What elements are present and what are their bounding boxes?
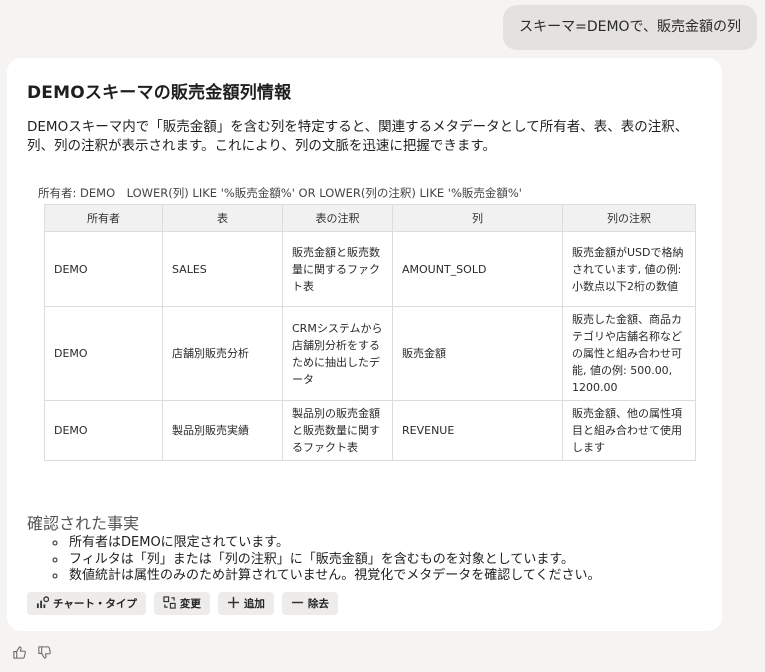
chart-type-label: チャート・タイプ [53,598,137,610]
change-label: 変更 [179,598,201,610]
facts-heading: 確認された事実 [27,514,140,533]
cell-column-comment: 販売した金額、商品カテゴリや店舗名称などの属性と組み合わせ可能, 値の例: 50… [562,306,696,401]
cell-table: 製品別販売実績 [162,400,283,461]
cell-owner: DEMO [44,306,163,401]
table-row: DEMO 店舗別販売分析 CRMシステムから店舗別分析をするために抽出したデータ… [44,306,696,401]
remove-label: 除去 [307,598,329,610]
cell-table: 店舗別販売分析 [162,306,283,401]
chart-type-icon [36,595,50,612]
response-description: DEMOスキーマ内で「販売金額」を含む列を特定すると、関連するメタデータとして所… [27,119,689,154]
add-button[interactable]: 追加 [217,592,274,615]
list-item: 数値統計は属性のみのため計算されていません。視覚化でメタデータを確認してください… [67,568,600,585]
remove-button[interactable]: 除去 [281,592,338,615]
cell-table-comment: CRMシステムから店舗別分析をするために抽出したデータ [282,306,393,401]
chart-type-button[interactable]: チャート・タイプ [27,592,146,615]
cell-column-comment: 販売金額、他の属性項目と組み合わせて使用します [562,400,696,461]
list-item: フィルタは「列」または「列の注釈」に「販売金額」を含むものを対象としています。 [67,552,600,569]
table-row: DEMO SALES 販売金額と販売数量に関するファクト表 AMOUNT_SOL… [44,231,696,307]
add-label: 追加 [243,598,265,610]
header-owner: 所有者 [44,204,163,232]
thumbs-up-icon[interactable] [12,645,27,664]
cell-table-comment: 製品別の販売金額と販売数量に関するファクト表 [282,400,393,461]
header-table: 表 [162,204,283,232]
user-message-bubble: スキーマ=DEMOで、販売金額の列 [503,5,757,50]
table-row: DEMO 製品別販売実績 製品別の販売金額と販売数量に関するファクト表 REVE… [44,400,696,461]
header-column: 列 [392,204,563,232]
action-bar: チャート・タイプ 変更 追加 除去 [27,592,338,615]
cell-table-comment: 販売金額と販売数量に関するファクト表 [282,231,393,307]
facts-list: 所有者はDEMOに限定されています。 フィルタは「列」または「列の注釈」に「販売… [47,535,600,585]
header-table-comment: 表の注釈 [282,204,393,232]
cell-table: SALES [162,231,283,307]
filter-condition: 所有者: DEMO LOWER(列) LIKE '%販売金額%' OR LOWE… [38,186,522,200]
feedback-bar [12,645,52,664]
cell-column-comment: 販売金額がUSDで格納されています, 値の例: 小数点以下2桁の数値 [562,231,696,307]
response-card: DEMOスキーマの販売金額列情報 DEMOスキーマ内で「販売金額」を含む列を特定… [7,58,722,631]
swap-icon [163,595,176,612]
header-column-comment: 列の注釈 [562,204,696,232]
thumbs-down-icon[interactable] [37,645,52,664]
cell-column: 販売金額 [392,306,563,401]
response-title: DEMOスキーマの販売金額列情報 [27,83,292,103]
cell-column: REVENUE [392,400,563,461]
user-message-text: スキーマ=DEMOで、販売金額の列 [519,19,741,35]
plus-icon [227,596,240,612]
cell-owner: DEMO [44,400,163,461]
metadata-table: 所有者 表 表の注釈 列 列の注釈 DEMO SALES 販売金額と販売数量に関… [44,204,696,461]
table-header-row: 所有者 表 表の注釈 列 列の注釈 [44,204,696,232]
cell-column: AMOUNT_SOLD [392,231,563,307]
minus-icon [291,596,304,612]
list-item: 所有者はDEMOに限定されています。 [67,535,600,552]
change-button[interactable]: 変更 [153,592,210,615]
cell-owner: DEMO [44,231,163,307]
